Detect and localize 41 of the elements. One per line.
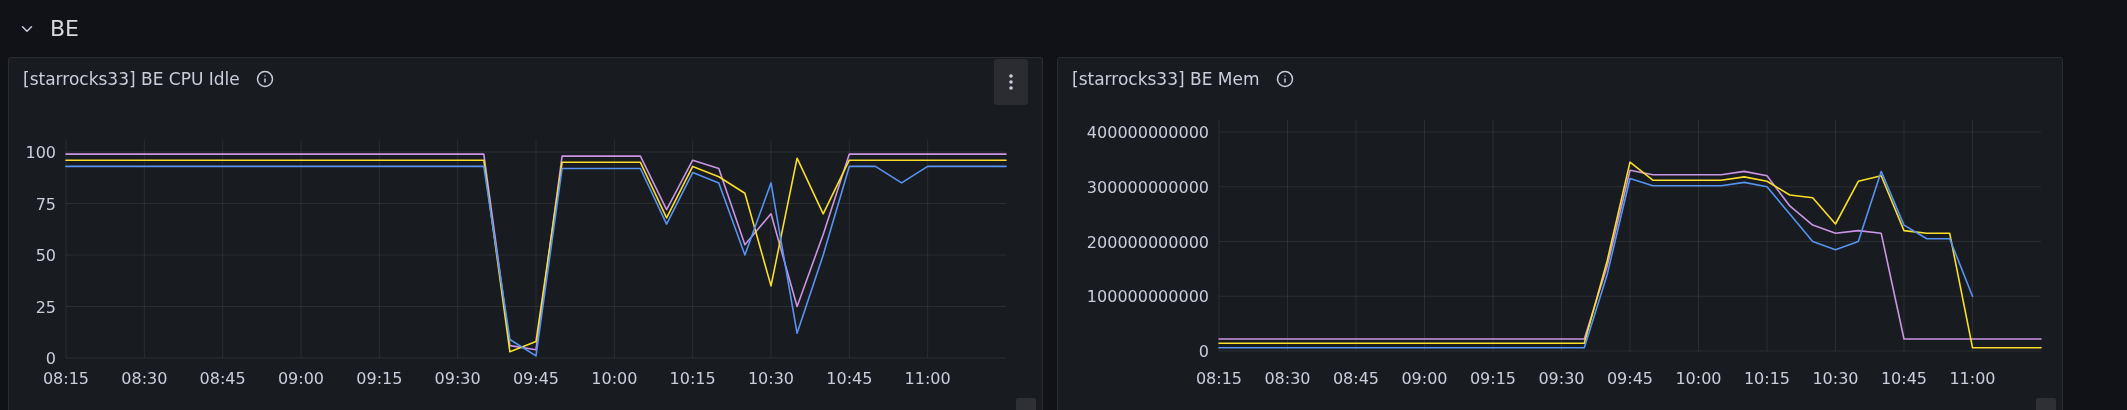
- axis-label: 09:15: [356, 369, 403, 388]
- axis-label: 10:30: [1812, 369, 1859, 388]
- axis-label: 09:15: [1469, 369, 1517, 388]
- row-title: BE: [50, 16, 79, 41]
- axis-label: 09:45: [1606, 369, 1654, 388]
- axis-label: 08:30: [1264, 369, 1311, 388]
- axis-label: 09:30: [1538, 369, 1585, 388]
- panel-title: [starrocks33] BE CPU Idle: [23, 69, 240, 89]
- axis-label: 200000000000: [1086, 232, 1209, 252]
- axis-label: 400000000000: [1086, 123, 1209, 142]
- axis-label: 08:45: [1332, 369, 1380, 388]
- axis-label: 09:00: [277, 369, 325, 388]
- panel-title: [starrocks33] BE Mem: [1072, 69, 1260, 89]
- info-icon[interactable]: [255, 70, 274, 88]
- axis-label: 08:45: [199, 369, 246, 388]
- axis-label: 08:30: [121, 369, 168, 388]
- menu-button[interactable]: [994, 59, 1028, 105]
- axis-label: 10:30: [747, 369, 795, 388]
- axis-label: 10:15: [1743, 369, 1791, 388]
- axis-label: 10:45: [1880, 369, 1928, 388]
- axis-label: 10:15: [669, 369, 716, 388]
- axis-label: 09:30: [434, 369, 481, 388]
- axis-label: 100000000000: [1086, 287, 1209, 307]
- axis-label: 11:00: [904, 369, 951, 388]
- axis-label: 09:45: [512, 369, 560, 388]
- axis-label: 100: [25, 143, 56, 162]
- axis-label: 08:15: [42, 369, 90, 388]
- axis-label: 10:00: [1675, 369, 1722, 388]
- axis-label: 0: [45, 349, 56, 368]
- axis-label: 11:00: [1949, 369, 1996, 388]
- axis-label: 25: [35, 297, 56, 317]
- axis-label: 10:00: [591, 369, 638, 388]
- vertical-dots-icon: [1009, 74, 1013, 90]
- axis-label: 50: [35, 246, 56, 265]
- axis-label: 08:15: [1195, 369, 1243, 388]
- info-icon[interactable]: [1275, 70, 1294, 88]
- axis-label: 300000000000: [1086, 177, 1209, 197]
- axis-label: 0: [1198, 342, 1209, 361]
- axis-label: 09:00: [1401, 369, 1448, 388]
- axis-label: 10:45: [826, 369, 873, 388]
- axis-label: 75: [35, 194, 56, 214]
